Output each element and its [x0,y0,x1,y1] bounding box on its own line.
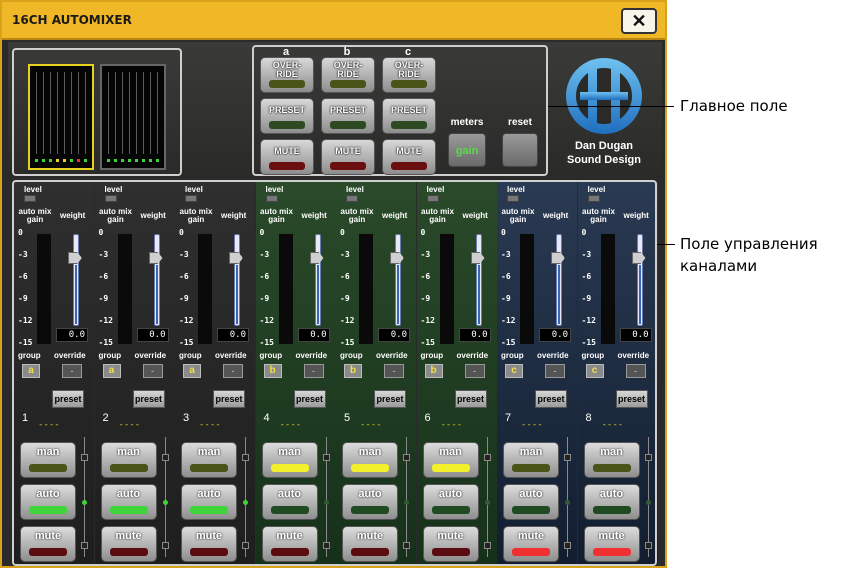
overview-channel-dot [121,159,124,162]
overview-channel-dot [56,159,59,162]
dan-dugan-logo: Dan Dugan Sound Design [556,52,652,172]
preset-label: PRESET [390,105,427,115]
override-lamp [269,80,305,88]
overview-bank-1[interactable] [28,64,94,170]
override-button-a[interactable]: OVER- RIDE [260,57,314,93]
override-label: OVER- RIDE [272,60,302,79]
override-lamp [330,80,366,88]
callout-line-master [548,106,674,107]
channel-overview [12,48,182,176]
preset-button-a[interactable]: PRESET [260,98,314,134]
callout-line-channels [657,244,675,245]
preset-lamp [269,121,305,129]
overview-channel-line [36,72,37,154]
overview-channel-dot [77,159,80,162]
overview-channel-line [43,72,44,154]
overview-channel-line [122,72,123,154]
mute-button-c[interactable]: MUTE [382,139,436,175]
preset-lamp [330,121,366,129]
override-label: OVER- RIDE [394,60,424,79]
logo-line-2: Sound Design [567,154,641,166]
overview-channel-dot [70,159,73,162]
window-title: 16CH AUTOMIXER [12,13,132,27]
overview-channel-dot [42,159,45,162]
meters-label: meters [450,117,484,128]
overview-bank-2[interactable] [100,64,166,170]
overview-channel-dot [63,159,66,162]
override-button-c[interactable]: OVER- RIDE [382,57,436,93]
mute-label: MUTE [335,146,361,156]
overview-channel-dot [142,159,145,162]
preset-lamp [391,121,427,129]
overview-channel-line [157,72,158,154]
preset-button-b[interactable]: PRESET [321,98,375,134]
overview-channel-line [50,72,51,154]
overview-channel-line [78,72,79,154]
mute-lamp [330,162,366,170]
overview-channel-line [150,72,151,154]
overview-channel-line [71,72,72,154]
overview-channel-line [115,72,116,154]
callout-channels: Поле управления каналами [680,235,818,275]
title-bar: 16CH AUTOMIXER ✕ [2,2,665,40]
override-lamp [391,80,427,88]
preset-label: PRESET [268,105,305,115]
dugan-logo-icon [566,58,642,134]
mute-label: MUTE [274,146,300,156]
master-group-controls: a OVER- RIDE PRESET MUTE b OVER- RIDE PRESET MU… [252,45,548,176]
overview-channel-line [136,72,137,154]
overview-channel-line [129,72,130,154]
override-button-b[interactable]: OVER- RIDE [321,57,375,93]
mute-lamp [269,162,305,170]
callout-master: Главное поле [680,97,788,115]
overview-channel-dot [84,159,87,162]
overview-channel-dot [149,159,152,162]
mute-button-a[interactable]: MUTE [260,139,314,175]
close-button[interactable]: ✕ [621,8,657,34]
overview-channel-dot [156,159,159,162]
overview-channel-line [143,72,144,154]
overview-channel-dot [35,159,38,162]
mute-label: MUTE [396,146,422,156]
mute-button-b[interactable]: MUTE [321,139,375,175]
meters-gain-button[interactable]: gain [448,133,486,167]
logo-line-1: Dan Dugan [574,140,634,152]
reset-label: reset [508,117,532,128]
overview-channel-line [57,72,58,154]
overview-channel-dot [107,159,110,162]
override-label: OVER- RIDE [333,60,363,79]
overview-channel-dot [128,159,131,162]
overview-channel-line [108,72,109,154]
overview-channel-dot [49,159,52,162]
overview-channel-dot [135,159,138,162]
channel-section [12,180,657,566]
overview-channel-dot [114,159,117,162]
reset-button[interactable] [502,133,538,167]
close-icon: ✕ [631,11,647,31]
preset-label: PRESET [329,105,366,115]
overview-channel-line [64,72,65,154]
mute-lamp [391,162,427,170]
preset-button-c[interactable]: PRESET [382,98,436,134]
overview-channel-line [85,72,86,154]
